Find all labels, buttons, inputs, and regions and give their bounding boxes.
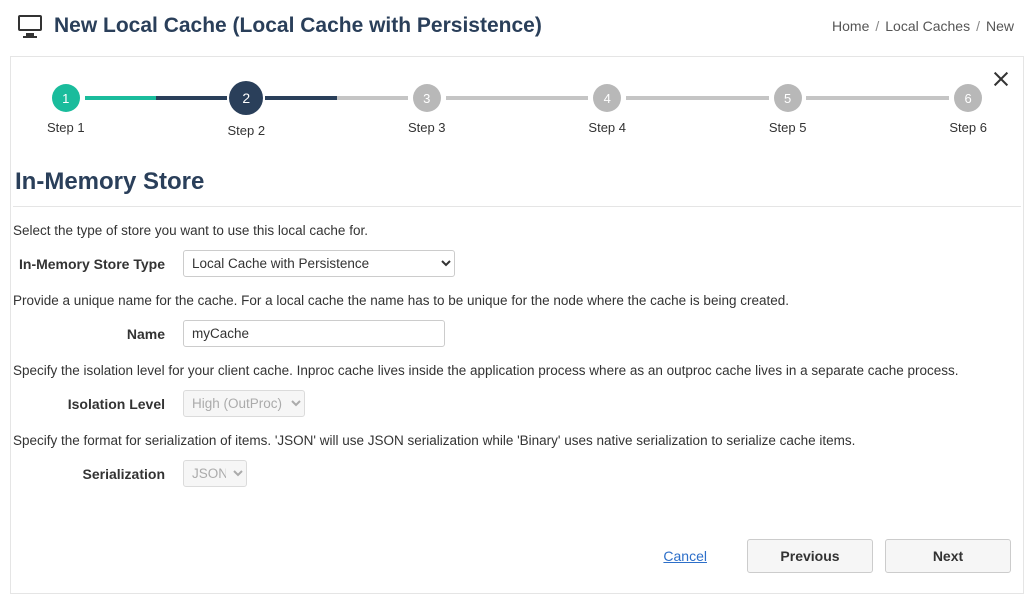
- step-3-label: Step 3: [408, 120, 446, 135]
- store-type-label: In-Memory Store Type: [13, 256, 183, 272]
- step-5-label: Step 5: [769, 120, 807, 135]
- step-1-label: Step 1: [47, 120, 85, 135]
- serialization-select: JSON: [183, 460, 247, 487]
- name-label: Name: [13, 326, 183, 342]
- step-6-label: Step 6: [949, 120, 987, 135]
- store-type-select[interactable]: Local Cache with Persistence: [183, 250, 455, 277]
- previous-button[interactable]: Previous: [747, 539, 873, 573]
- step-1-circle[interactable]: 1: [52, 84, 80, 112]
- page-title: New Local Cache (Local Cache with Persis…: [54, 14, 542, 38]
- step-4-label: Step 4: [588, 120, 626, 135]
- step-2-circle[interactable]: 2: [229, 81, 263, 115]
- close-icon[interactable]: [991, 69, 1011, 89]
- name-help: Provide a unique name for the cache. For…: [13, 293, 1021, 308]
- step-5-circle[interactable]: 5: [774, 84, 802, 112]
- breadcrumb-local-caches[interactable]: Local Caches: [885, 18, 970, 34]
- breadcrumb-home[interactable]: Home: [832, 18, 869, 34]
- wizard-stepper: 1 Step 1 2 Step 2 3 Step 3 4 Step 4: [11, 57, 1023, 146]
- breadcrumb-current: New: [986, 18, 1014, 34]
- step-6-circle[interactable]: 6: [954, 84, 982, 112]
- name-input[interactable]: [183, 320, 445, 347]
- breadcrumb: Home / Local Caches / New: [832, 18, 1014, 34]
- store-type-help: Select the type of store you want to use…: [13, 223, 1021, 238]
- step-3-circle[interactable]: 3: [413, 84, 441, 112]
- isolation-select: High (OutProc): [183, 390, 305, 417]
- step-2-label: Step 2: [227, 123, 265, 138]
- isolation-label: Isolation Level: [13, 396, 183, 412]
- next-button[interactable]: Next: [885, 539, 1011, 573]
- serialization-help: Specify the format for serialization of …: [13, 433, 1021, 448]
- step-4-circle[interactable]: 4: [593, 84, 621, 112]
- isolation-help: Specify the isolation level for your cli…: [13, 363, 1021, 378]
- section-title: In-Memory Store: [13, 158, 1021, 207]
- serialization-label: Serialization: [13, 466, 183, 482]
- cancel-link[interactable]: Cancel: [663, 548, 707, 564]
- monitor-icon: [18, 15, 42, 37]
